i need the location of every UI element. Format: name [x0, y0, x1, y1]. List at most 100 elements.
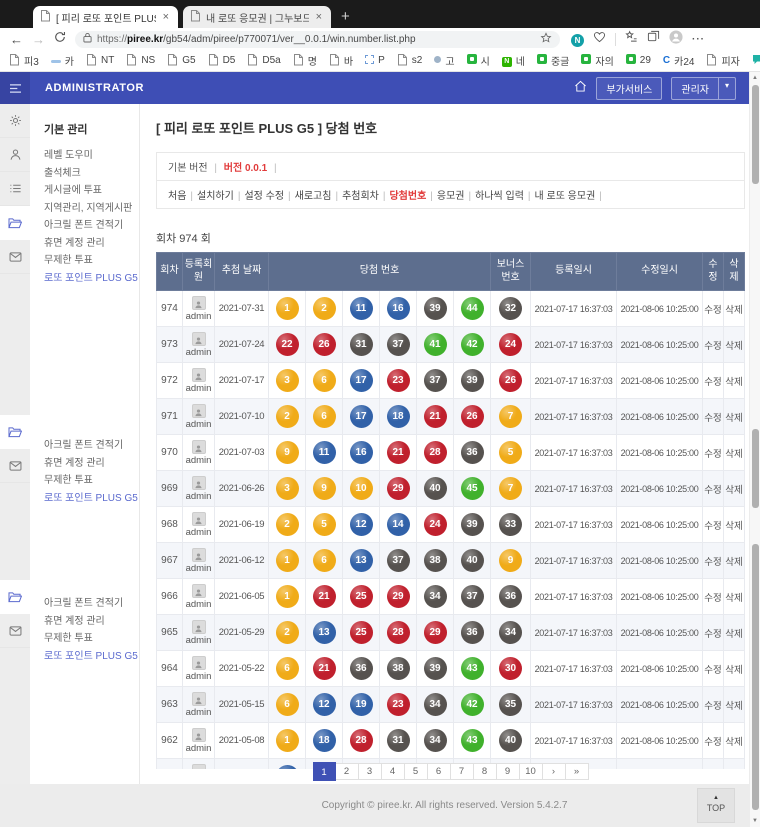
sidebar-item[interactable]: 무제한 투표: [44, 630, 139, 648]
bookmark-item[interactable]: 29: [625, 54, 651, 67]
nav-link[interactable]: 설정 수정: [244, 191, 284, 202]
account-dropdown[interactable]: 관리자 ▾: [671, 76, 736, 100]
bookmark-item[interactable]: s2: [397, 53, 422, 69]
last-page-button[interactable]: »: [565, 763, 589, 780]
address-bar[interactable]: https://piree.kr/gb54/adm/piree/p770071/…: [75, 30, 560, 48]
bookmark-item[interactable]: 피자: [706, 53, 740, 69]
extension-icon[interactable]: N: [571, 30, 584, 48]
nav-link[interactable]: 내 로또 응모권: [535, 191, 596, 202]
nav-link[interactable]: 설치하기: [197, 191, 234, 202]
collections-icon[interactable]: [647, 30, 660, 48]
edit-link[interactable]: 수정: [704, 305, 721, 316]
browser-tab-inactive[interactable]: 내 로또 응모권 | 그누보드5 ×: [183, 6, 331, 28]
bookmark-item[interactable]: 고: [434, 53, 455, 68]
envelope-icon[interactable]: [0, 449, 30, 483]
envelope-icon[interactable]: [0, 614, 30, 648]
page-button[interactable]: 7: [450, 763, 474, 780]
page-button[interactable]: 6: [427, 763, 451, 780]
tab-close-icon[interactable]: ×: [314, 11, 324, 23]
folder-icon[interactable]: [0, 580, 30, 614]
folder-icon[interactable]: [0, 415, 30, 449]
sidebar-item[interactable]: 로또 포인트 PLUS G5: [44, 490, 139, 508]
add-favorite-star-icon[interactable]: [540, 31, 552, 47]
nav-link[interactable]: 하나씩 입력: [475, 191, 524, 202]
delete-link[interactable]: 삭제: [725, 305, 742, 316]
next-page-button[interactable]: ›: [542, 763, 566, 780]
bookmark-item[interactable]: D5: [208, 53, 235, 69]
edit-link[interactable]: 수정: [704, 665, 721, 676]
nav-link[interactable]: 당첨번호: [389, 191, 426, 202]
page-button[interactable]: 10: [519, 763, 543, 780]
new-tab-button[interactable]: +: [341, 9, 350, 24]
delete-link[interactable]: 삭제: [725, 413, 742, 424]
page-button[interactable]: 8: [473, 763, 497, 780]
bookmark-item[interactable]: 자의: [581, 53, 614, 68]
browser-tab-active[interactable]: [ 피리 로또 포인트 PLUS G5 ] 당 ×: [33, 6, 178, 28]
nav-link[interactable]: 응모권: [437, 191, 465, 202]
sidebar-item[interactable]: 로또 포인트 PLUS G5: [44, 648, 139, 666]
delete-link[interactable]: 삭제: [725, 665, 742, 676]
nav-link[interactable]: 처음: [168, 191, 186, 202]
sidebar-item[interactable]: 휴면 계정 관리: [44, 613, 139, 631]
forward-icon[interactable]: →: [32, 33, 45, 46]
sidebar-item[interactable]: 게시글에 투표: [44, 182, 139, 200]
delete-link[interactable]: 삭제: [725, 593, 742, 604]
nav-link[interactable]: 새로고침: [295, 191, 332, 202]
edit-link[interactable]: 수정: [704, 557, 721, 568]
edit-link[interactable]: 수정: [704, 413, 721, 424]
bookmark-item[interactable]: 시: [466, 53, 490, 68]
delete-link[interactable]: 삭제: [725, 449, 742, 460]
sidebar-item[interactable]: 무제한 투표: [44, 472, 139, 490]
edit-link[interactable]: 수정: [704, 449, 721, 460]
sidebar-item[interactable]: 출석체크: [44, 165, 139, 183]
delete-link[interactable]: 삭제: [725, 629, 742, 640]
edit-link[interactable]: 수정: [704, 521, 721, 532]
bookmark-item[interactable]: N네: [501, 53, 525, 68]
page-button[interactable]: 3: [358, 763, 382, 780]
edit-link[interactable]: 수정: [704, 737, 721, 748]
nav-link[interactable]: 추첨회차: [342, 191, 379, 202]
list-icon[interactable]: [0, 172, 30, 206]
back-icon[interactable]: ←: [10, 33, 23, 46]
page-button[interactable]: 4: [381, 763, 405, 780]
edit-link[interactable]: 수정: [704, 629, 721, 640]
sidebar-item[interactable]: 아크릴 폰트 견적기: [44, 595, 139, 613]
favorites-icon[interactable]: [625, 30, 638, 48]
edit-link[interactable]: 수정: [704, 593, 721, 604]
page-button[interactable]: 2: [335, 763, 359, 780]
bookmark-item[interactable]: 피3: [9, 53, 39, 69]
scrollbar-thumb[interactable]: [752, 429, 759, 508]
delete-link[interactable]: 삭제: [725, 377, 742, 388]
edit-link[interactable]: 수정: [704, 485, 721, 496]
folder-icon[interactable]: [0, 206, 30, 240]
sidebar-item[interactable]: 휴면 계정 관리: [44, 455, 139, 473]
sidebar-item[interactable]: 아크릴 폰트 견적기: [44, 217, 139, 235]
scrollbar-thumb[interactable]: [752, 85, 759, 184]
sidebar-item[interactable]: 아크릴 폰트 견적기: [44, 437, 139, 455]
browser-essentials-icon[interactable]: [593, 30, 606, 48]
gear-icon[interactable]: [0, 104, 30, 138]
bookmark-item[interactable]: D5a: [247, 53, 281, 69]
bookmark-item[interactable]: 명: [293, 53, 317, 69]
scrollbar-down-icon[interactable]: ▼: [750, 818, 760, 824]
vertical-scrollbar[interactable]: ▲ ▼: [749, 72, 760, 827]
edit-link[interactable]: 수정: [704, 377, 721, 388]
home-icon[interactable]: [574, 79, 587, 97]
chevron-down-icon[interactable]: ▾: [717, 77, 735, 99]
delete-link[interactable]: 삭제: [725, 485, 742, 496]
bookmark-item[interactable]: 카: [50, 53, 74, 68]
scrollbar-thumb[interactable]: [752, 544, 759, 810]
bookmark-item[interactable]: 바: [329, 53, 353, 69]
delete-link[interactable]: 삭제: [725, 557, 742, 568]
bookmark-item[interactable]: NS: [126, 53, 155, 69]
delete-link[interactable]: 삭제: [725, 737, 742, 748]
envelope-icon[interactable]: [0, 240, 30, 274]
edit-link[interactable]: 수정: [704, 341, 721, 352]
page-button[interactable]: 5: [404, 763, 428, 780]
sidebar-item[interactable]: 로또 포인트 PLUS G5: [44, 270, 139, 288]
scroll-top-button[interactable]: ▲ TOP: [697, 788, 735, 823]
scrollbar-up-icon[interactable]: ▲: [750, 75, 760, 81]
settings-menu-icon[interactable]: ···: [692, 34, 705, 45]
delete-link[interactable]: 삭제: [725, 341, 742, 352]
sidebar-item[interactable]: 레벨 도우미: [44, 147, 139, 165]
